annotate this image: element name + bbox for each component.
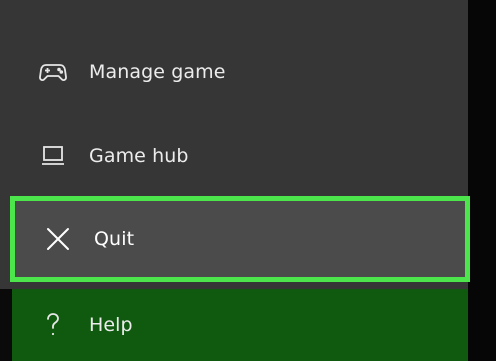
- gamepad-icon: [38, 57, 68, 87]
- game-options-menu: Manage game Game hub Quit Help: [0, 0, 470, 361]
- screen: Manage game Game hub Quit Help: [0, 0, 496, 361]
- menu-item-quit[interactable]: Quit: [10, 196, 470, 282]
- question-icon: [38, 310, 68, 340]
- menu-item-game-hub[interactable]: Game hub: [0, 128, 468, 184]
- menu-item-label: Quit: [94, 228, 135, 250]
- close-icon: [43, 224, 73, 254]
- menu-item-label: Game hub: [89, 145, 189, 167]
- menu-item-label: Manage game: [89, 61, 226, 83]
- monitor-icon: [38, 141, 68, 171]
- menu-item-label: Help: [89, 314, 133, 336]
- menu-item-help[interactable]: Help: [12, 289, 468, 361]
- menu-item-manage-game[interactable]: Manage game: [0, 44, 468, 100]
- help-row-edge: [0, 289, 12, 361]
